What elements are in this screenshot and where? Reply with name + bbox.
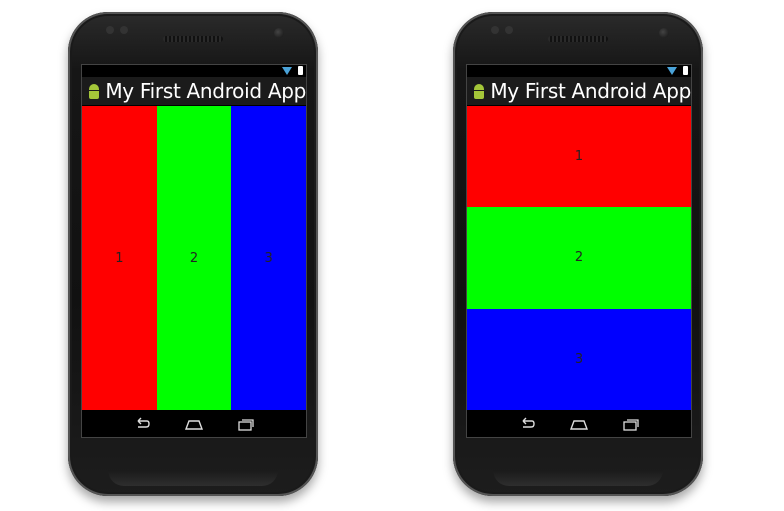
speaker-grille (163, 36, 223, 42)
status-bar (82, 65, 306, 77)
panel-2: 2 (467, 207, 691, 309)
phone-chin (493, 470, 663, 486)
panel-3: 3 (231, 106, 306, 410)
action-bar: My First Android App (467, 77, 691, 106)
back-icon[interactable] (131, 416, 153, 432)
panel-label: 1 (115, 250, 124, 266)
phone-left: My First Android App 1 2 3 (68, 12, 318, 496)
android-icon[interactable] (471, 83, 485, 99)
home-icon[interactable] (568, 416, 590, 432)
speaker-grille (548, 36, 608, 42)
front-camera (659, 28, 669, 38)
screen: My First Android App 1 2 3 (81, 64, 307, 438)
navigation-bar (82, 410, 306, 437)
recents-icon[interactable] (235, 416, 257, 432)
panel-3: 3 (467, 308, 691, 410)
panel-2: 2 (156, 106, 232, 410)
android-icon[interactable] (86, 83, 100, 99)
wifi-icon (282, 67, 292, 75)
sensor (491, 26, 499, 34)
panel-label: 1 (574, 149, 584, 165)
panel-label: 3 (264, 250, 273, 266)
panel-label: 2 (189, 250, 199, 266)
app-title: My First Android App (105, 79, 306, 103)
back-icon[interactable] (516, 416, 538, 432)
battery-icon (683, 66, 688, 75)
app-title: My First Android App (490, 79, 691, 103)
phone-chin (108, 470, 278, 486)
sensor (505, 26, 513, 34)
panel-label: 3 (574, 351, 584, 367)
phone-right: My First Android App 1 2 3 (453, 12, 703, 496)
screen: My First Android App 1 2 3 (466, 64, 692, 438)
sensor (106, 26, 114, 34)
action-bar: My First Android App (82, 77, 306, 106)
panel-label: 2 (574, 250, 584, 266)
panel-1: 1 (467, 106, 691, 208)
layout-container: 1 2 3 (82, 106, 306, 410)
front-camera (274, 28, 284, 38)
sensor (120, 26, 128, 34)
battery-icon (298, 66, 303, 75)
home-icon[interactable] (183, 416, 205, 432)
status-bar (467, 65, 691, 77)
panel-1: 1 (82, 106, 157, 410)
wifi-icon (667, 67, 677, 75)
recents-icon[interactable] (620, 416, 642, 432)
navigation-bar (467, 410, 691, 437)
layout-container: 1 2 3 (467, 106, 691, 410)
